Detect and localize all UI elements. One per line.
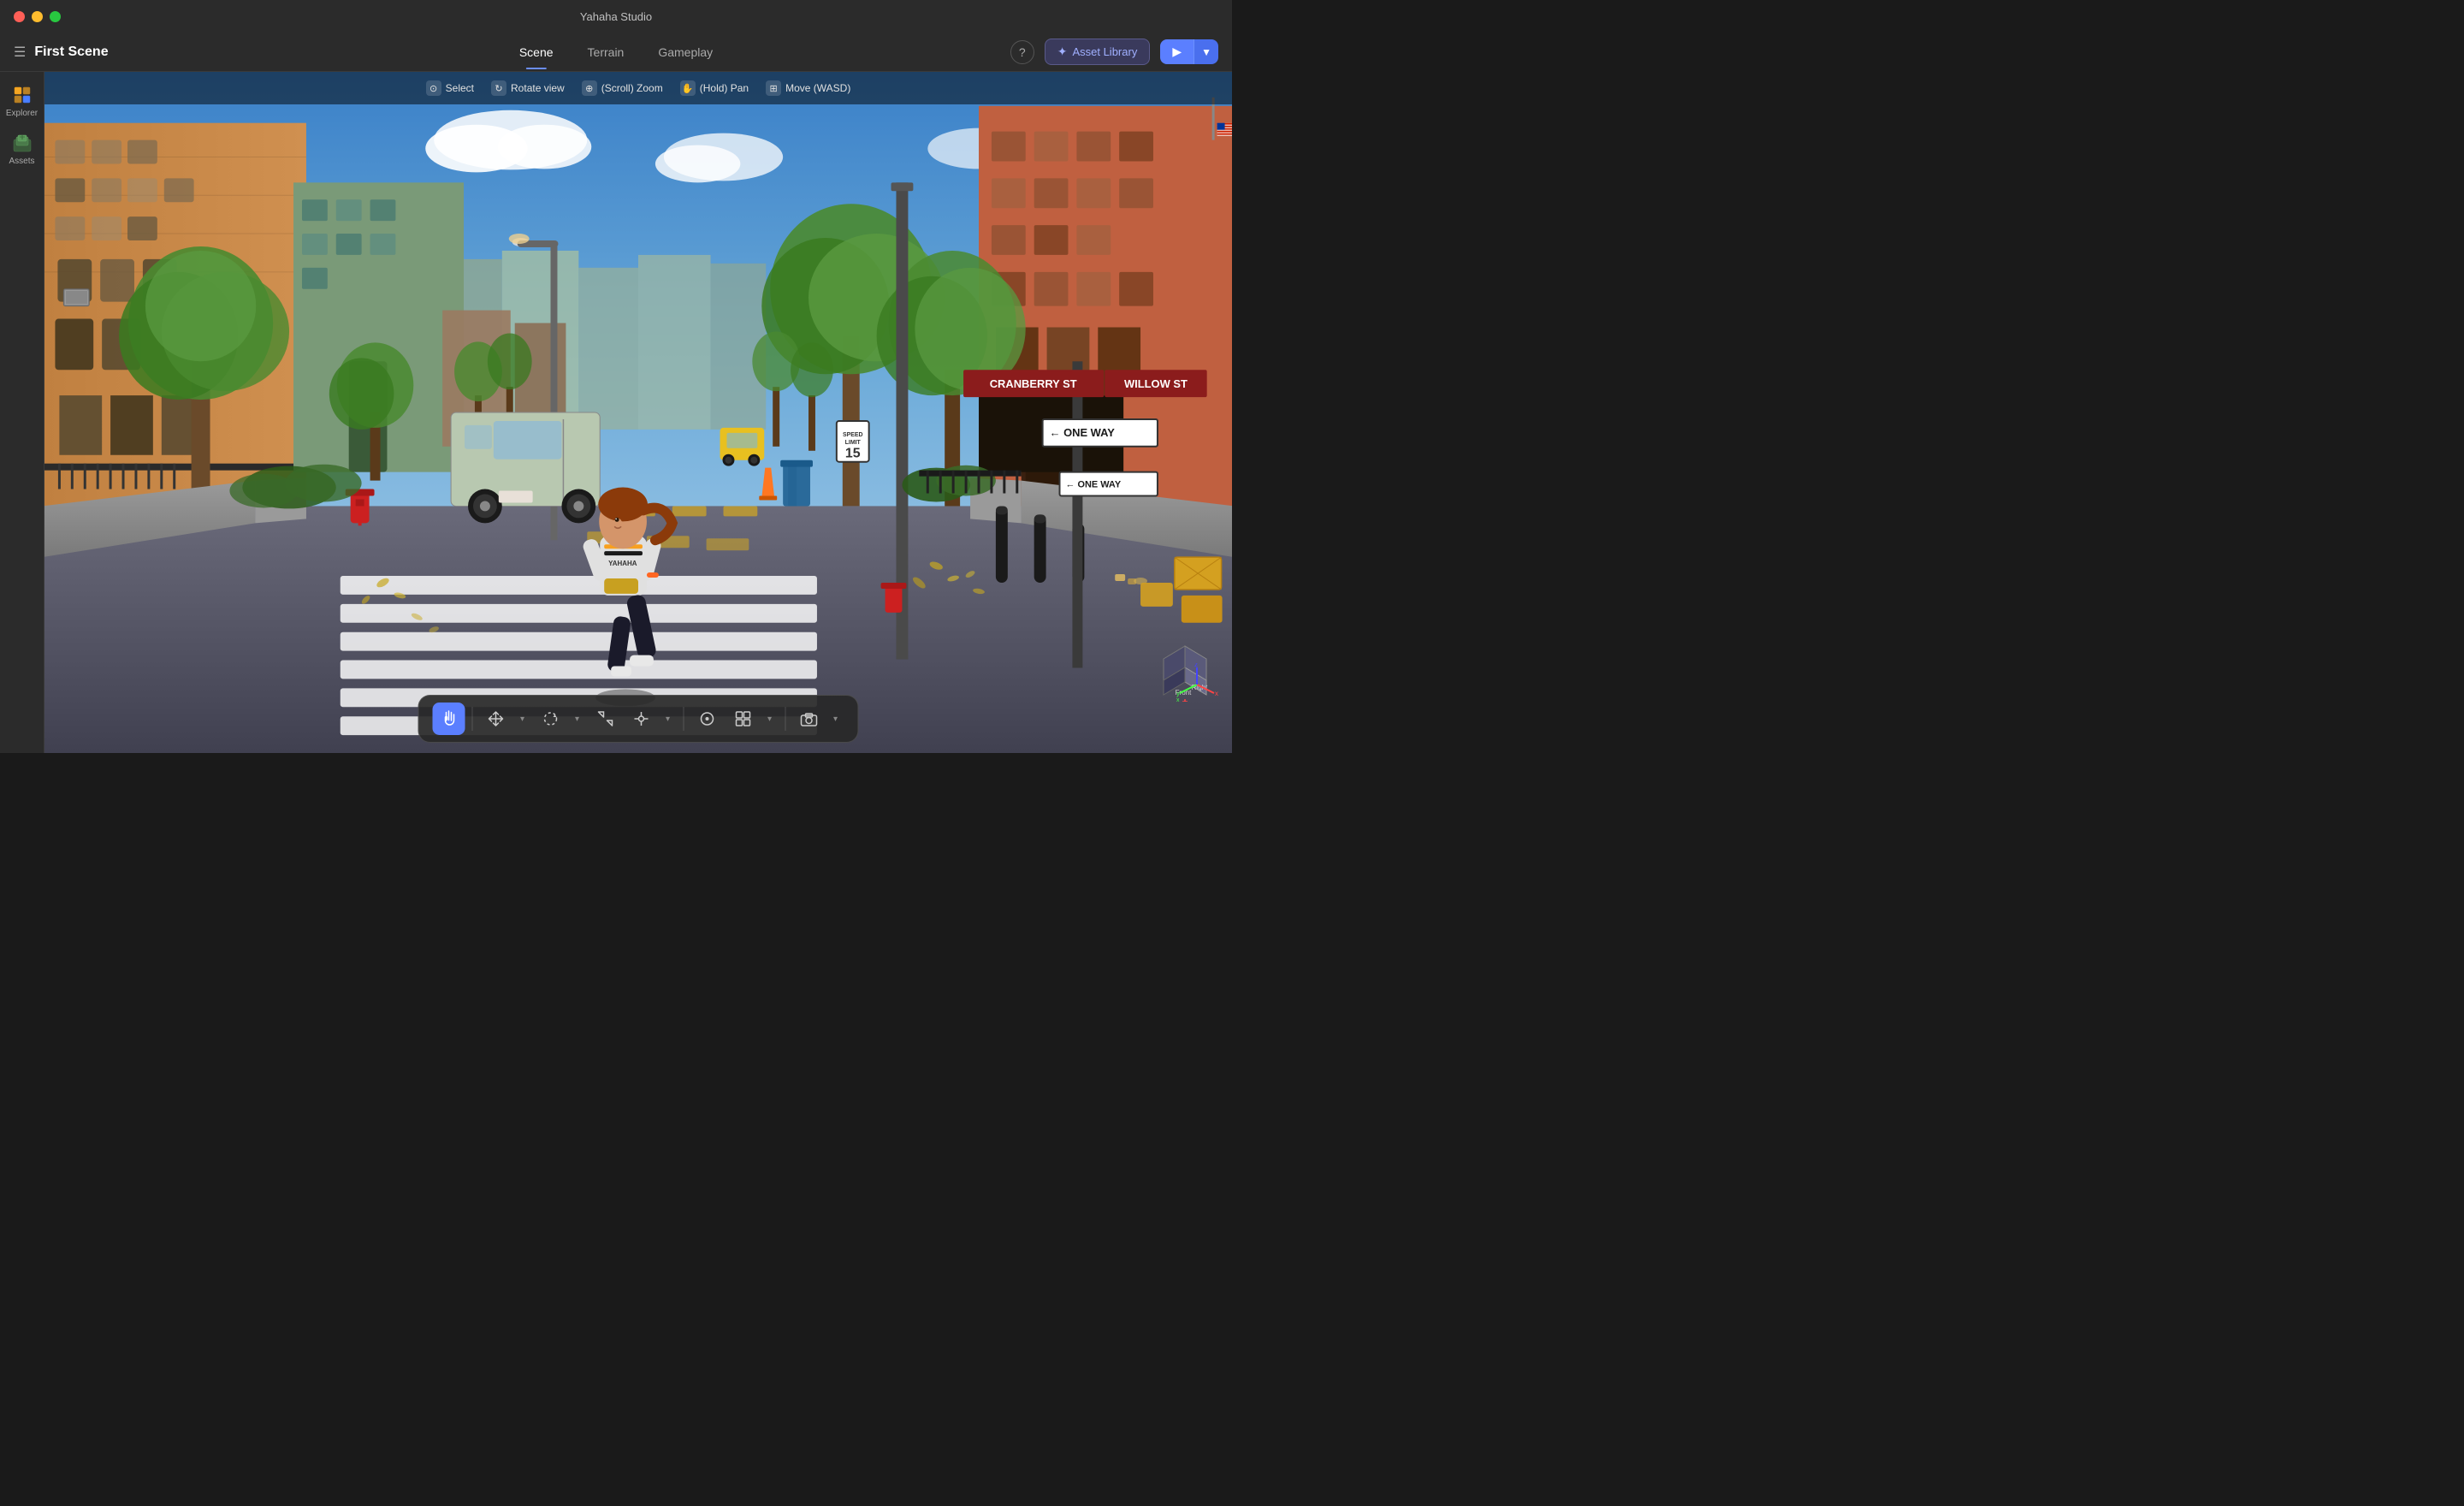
viewport[interactable]: ⊙ Select ↻ Rotate view ⊕ (Scroll) Zoom ✋… xyxy=(44,72,1232,753)
camera-group: ▾ xyxy=(793,703,844,735)
grid-tool-button[interactable] xyxy=(727,703,760,735)
viewport-toolbar: ⊙ Select ↻ Rotate view ⊕ (Scroll) Zoom ✋… xyxy=(44,72,1232,104)
svg-text:SPEED: SPEED xyxy=(843,432,863,438)
cursor-icon: ⊙ xyxy=(426,80,441,96)
rotate-group: ▾ xyxy=(535,703,586,735)
nav-left: ☰ First Scene xyxy=(14,44,109,61)
scene-view: SPEED LIMIT 15 xyxy=(44,72,1232,753)
hamburger-menu[interactable]: ☰ xyxy=(14,44,26,61)
maximize-button[interactable] xyxy=(50,11,61,22)
help-button[interactable]: ? xyxy=(1010,40,1034,64)
svg-text:LIMIT: LIMIT xyxy=(845,440,862,446)
rotate-dropdown[interactable]: ▾ xyxy=(569,703,586,735)
scale-tool-button[interactable] xyxy=(589,703,622,735)
move-icon: ⊞ xyxy=(766,80,781,96)
svg-text:WILLOW ST: WILLOW ST xyxy=(1124,377,1188,390)
scene-title: First Scene xyxy=(34,44,108,60)
assets-label: Assets xyxy=(9,157,34,166)
move-tool[interactable]: ⊞ Move (WASD) xyxy=(766,80,850,96)
zoom-icon: ⊕ xyxy=(582,80,597,96)
svg-text:CRANBERRY ST: CRANBERRY ST xyxy=(990,377,1077,390)
transform-dropdown[interactable]: ▾ xyxy=(660,703,677,735)
transform-tool-button[interactable] xyxy=(625,703,658,735)
grid-group: ▾ xyxy=(727,703,779,735)
svg-text:YAHAHA: YAHAHA xyxy=(608,560,637,567)
nav-right: ? ✦ Asset Library ▶ ▼ xyxy=(1010,39,1218,65)
nav-tabs: Scene Terrain Gameplay xyxy=(502,39,730,66)
camera-tool-button[interactable] xyxy=(793,703,826,735)
tab-terrain[interactable]: Terrain xyxy=(571,39,642,66)
topnav: ☰ First Scene Scene Terrain Gameplay ? ✦… xyxy=(0,33,1232,72)
svg-text:y: y xyxy=(1176,690,1180,697)
pan-icon: ✋ xyxy=(680,80,696,96)
select-tool[interactable]: ⊙ Select xyxy=(426,80,474,96)
sidebar-item-assets[interactable]: Assets xyxy=(3,127,41,171)
grid-dropdown[interactable]: ▾ xyxy=(761,703,779,735)
asset-library-icon: ✦ xyxy=(1057,44,1068,59)
main-area: Explorer Assets ⊙ Select ↻ xyxy=(0,72,1232,753)
close-button[interactable] xyxy=(14,11,25,22)
window-controls xyxy=(14,11,61,22)
rotate-tool-button[interactable] xyxy=(535,703,567,735)
separator-3 xyxy=(785,707,786,731)
svg-text:x: x xyxy=(1215,690,1218,697)
transform-group: ▾ xyxy=(625,703,677,735)
svg-text:← ONE WAY: ← ONE WAY xyxy=(1050,426,1116,439)
app-title: Yahaha Studio xyxy=(580,10,652,23)
titlebar: Yahaha Studio xyxy=(0,0,1232,33)
snap-tool-button[interactable] xyxy=(691,703,724,735)
sidebar-item-explorer[interactable]: Explorer xyxy=(3,79,41,123)
hand-tool-button[interactable] xyxy=(433,703,465,735)
move-tool-button[interactable] xyxy=(480,703,512,735)
tab-scene[interactable]: Scene xyxy=(502,39,571,66)
svg-text:15: 15 xyxy=(845,447,861,461)
play-button[interactable]: ▶ xyxy=(1160,39,1194,64)
pan-tool[interactable]: ✋ (Hold) Pan xyxy=(680,80,749,96)
svg-text:← ONE WAY: ← ONE WAY xyxy=(1065,480,1121,490)
svg-text:z: z xyxy=(1194,663,1198,668)
camera-dropdown[interactable]: ▾ xyxy=(827,703,844,735)
left-sidebar: Explorer Assets xyxy=(0,72,44,753)
explorer-icon xyxy=(11,84,33,106)
gizmo-axes: x y z xyxy=(1176,663,1218,706)
play-button-group: ▶ ▼ xyxy=(1160,39,1218,64)
move-group: ▾ xyxy=(480,703,531,735)
minimize-button[interactable] xyxy=(32,11,43,22)
play-dropdown-button[interactable]: ▼ xyxy=(1194,39,1218,64)
rotate-icon: ↻ xyxy=(491,80,506,96)
bottom-toolbar: ▾ ▾ xyxy=(418,695,859,743)
tab-gameplay[interactable]: Gameplay xyxy=(641,39,730,66)
asset-library-button[interactable]: ✦ Asset Library xyxy=(1045,39,1151,65)
separator-1 xyxy=(472,707,473,731)
rotate-view-tool[interactable]: ↻ Rotate view xyxy=(491,80,565,96)
zoom-tool[interactable]: ⊕ (Scroll) Zoom xyxy=(582,80,663,96)
explorer-label: Explorer xyxy=(6,109,38,118)
assets-icon xyxy=(11,132,33,154)
move-dropdown[interactable]: ▾ xyxy=(514,703,531,735)
